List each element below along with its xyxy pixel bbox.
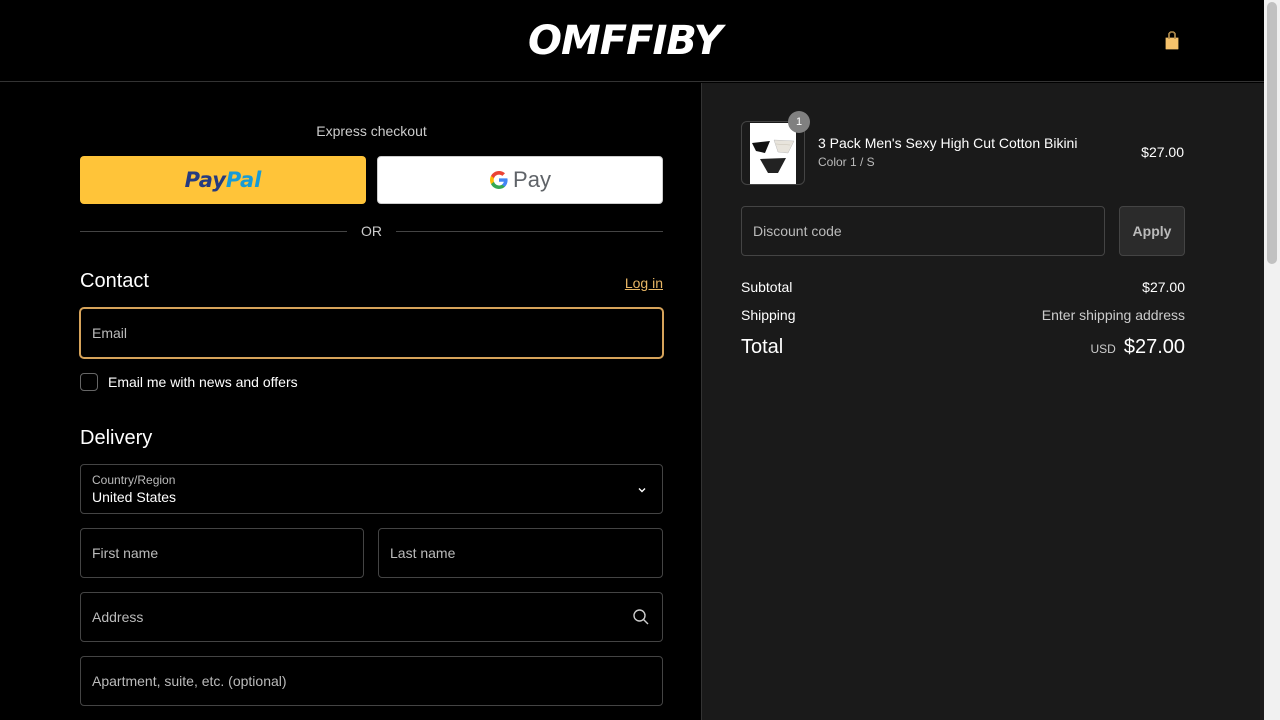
address-input[interactable] [81, 593, 662, 641]
total-label: Total [741, 336, 784, 358]
paypal-button[interactable]: PayPal [80, 156, 366, 204]
first-name-input[interactable] [81, 529, 363, 577]
subtotal-value: $27.00 [1142, 279, 1185, 295]
shopping-bag-icon[interactable] [1161, 30, 1183, 52]
or-divider: OR [80, 221, 663, 241]
discount-field-wrapper [741, 206, 1105, 256]
apartment-field-wrapper [80, 656, 663, 706]
subtotal-label: Subtotal [741, 279, 793, 295]
apartment-input[interactable] [81, 657, 662, 705]
quantity-badge: 1 [788, 111, 810, 133]
total-currency: USD [1090, 342, 1116, 356]
first-name-field-wrapper [80, 528, 364, 578]
email-input[interactable] [81, 309, 662, 357]
total-row: Total USD $27.00 [741, 336, 1185, 359]
country-value: United States [92, 489, 177, 505]
country-label: Country/Region [92, 473, 176, 487]
total-value: $27.00 [1123, 336, 1185, 358]
product-price: $27.00 [1141, 144, 1184, 160]
shipping-row: Shipping Enter shipping address [741, 307, 1185, 323]
newsletter-label: Email me with news and offers [108, 374, 298, 390]
subtotal-row: Subtotal $27.00 [741, 279, 1185, 295]
last-name-field-wrapper [378, 528, 663, 578]
delivery-title: Delivery [80, 427, 153, 449]
last-name-input[interactable] [379, 529, 662, 577]
google-pay-button[interactable]: Pay [377, 156, 663, 204]
page-scrollbar[interactable] [1264, 0, 1280, 720]
paypal-logo: PayPal [184, 168, 262, 192]
contact-title: Contact [80, 270, 149, 292]
scrollbar-thumb[interactable] [1267, 2, 1277, 264]
product-name: 3 Pack Men's Sexy High Cut Cotton Bikini [818, 135, 1078, 151]
google-g-icon [490, 171, 508, 189]
checkout-form: Express checkout PayPal Pay OR Contact L… [0, 83, 701, 720]
shipping-value: Enter shipping address [1041, 307, 1185, 323]
apply-discount-button[interactable]: Apply [1119, 206, 1185, 256]
chevron-down-icon [638, 488, 646, 493]
product-variant: Color 1 / S [818, 155, 875, 169]
discount-code-input[interactable] [742, 207, 1104, 255]
shipping-label: Shipping [741, 307, 796, 323]
store-logo[interactable]: OMFFIBY [528, 18, 723, 64]
newsletter-option: Email me with news and offers [80, 373, 298, 391]
product-image [752, 139, 795, 173]
site-header: OMFFIBY [0, 0, 1264, 82]
email-field-wrapper [80, 308, 663, 358]
google-pay-label: Pay [513, 167, 551, 192]
newsletter-checkbox[interactable] [80, 373, 98, 391]
login-link[interactable]: Log in [580, 275, 663, 291]
order-summary: 1 3 Pack Men's Sexy High Cut Cotton Biki… [701, 83, 1264, 720]
address-field-wrapper [80, 592, 663, 642]
country-select[interactable]: Country/Region United States [80, 464, 663, 514]
express-checkout-label: Express checkout [316, 123, 427, 139]
search-icon [633, 609, 649, 625]
